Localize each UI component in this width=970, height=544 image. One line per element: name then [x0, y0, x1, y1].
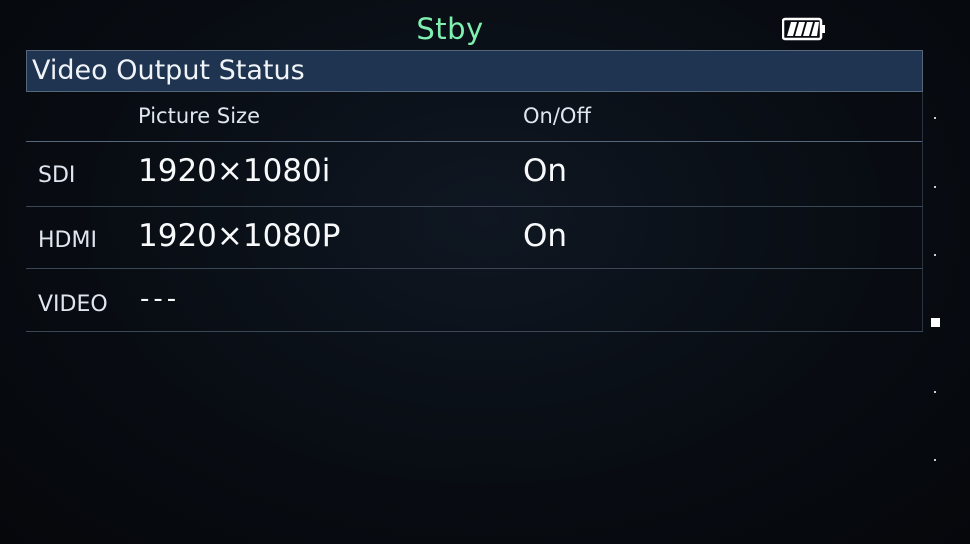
picture-size-video: ---	[140, 284, 181, 314]
table-right-border	[922, 92, 923, 332]
scrollbar-page-dot	[934, 459, 936, 461]
row-label-sdi: SDI	[38, 163, 76, 188]
column-header-picture-size: Picture Size	[138, 104, 261, 128]
scrollbar-page-dot	[934, 254, 936, 256]
row-divider	[26, 268, 923, 269]
column-header-on-off: On/Off	[523, 104, 591, 128]
picture-size-sdi: 1920×1080i	[138, 153, 331, 189]
scrollbar-page-dot	[934, 186, 936, 188]
page-scrollbar[interactable]	[926, 92, 944, 528]
on-off-sdi: On	[523, 153, 568, 189]
row-divider	[26, 331, 923, 332]
row-label-hdmi: HDMI	[38, 228, 97, 253]
row-label-video: VIDEO	[38, 292, 108, 317]
scrollbar-page-dot	[934, 117, 936, 119]
battery-full-icon	[782, 17, 825, 41]
scrollbar-page-dot	[934, 391, 936, 393]
status-mode: Stby	[416, 12, 484, 46]
picture-size-hdmi: 1920×1080P	[138, 218, 341, 254]
on-off-hdmi: On	[523, 218, 568, 254]
page-title: Video Output Status	[32, 55, 305, 86]
row-divider	[26, 206, 923, 207]
table-header-divider	[26, 141, 923, 142]
scrollbar-thumb[interactable]	[931, 318, 940, 327]
